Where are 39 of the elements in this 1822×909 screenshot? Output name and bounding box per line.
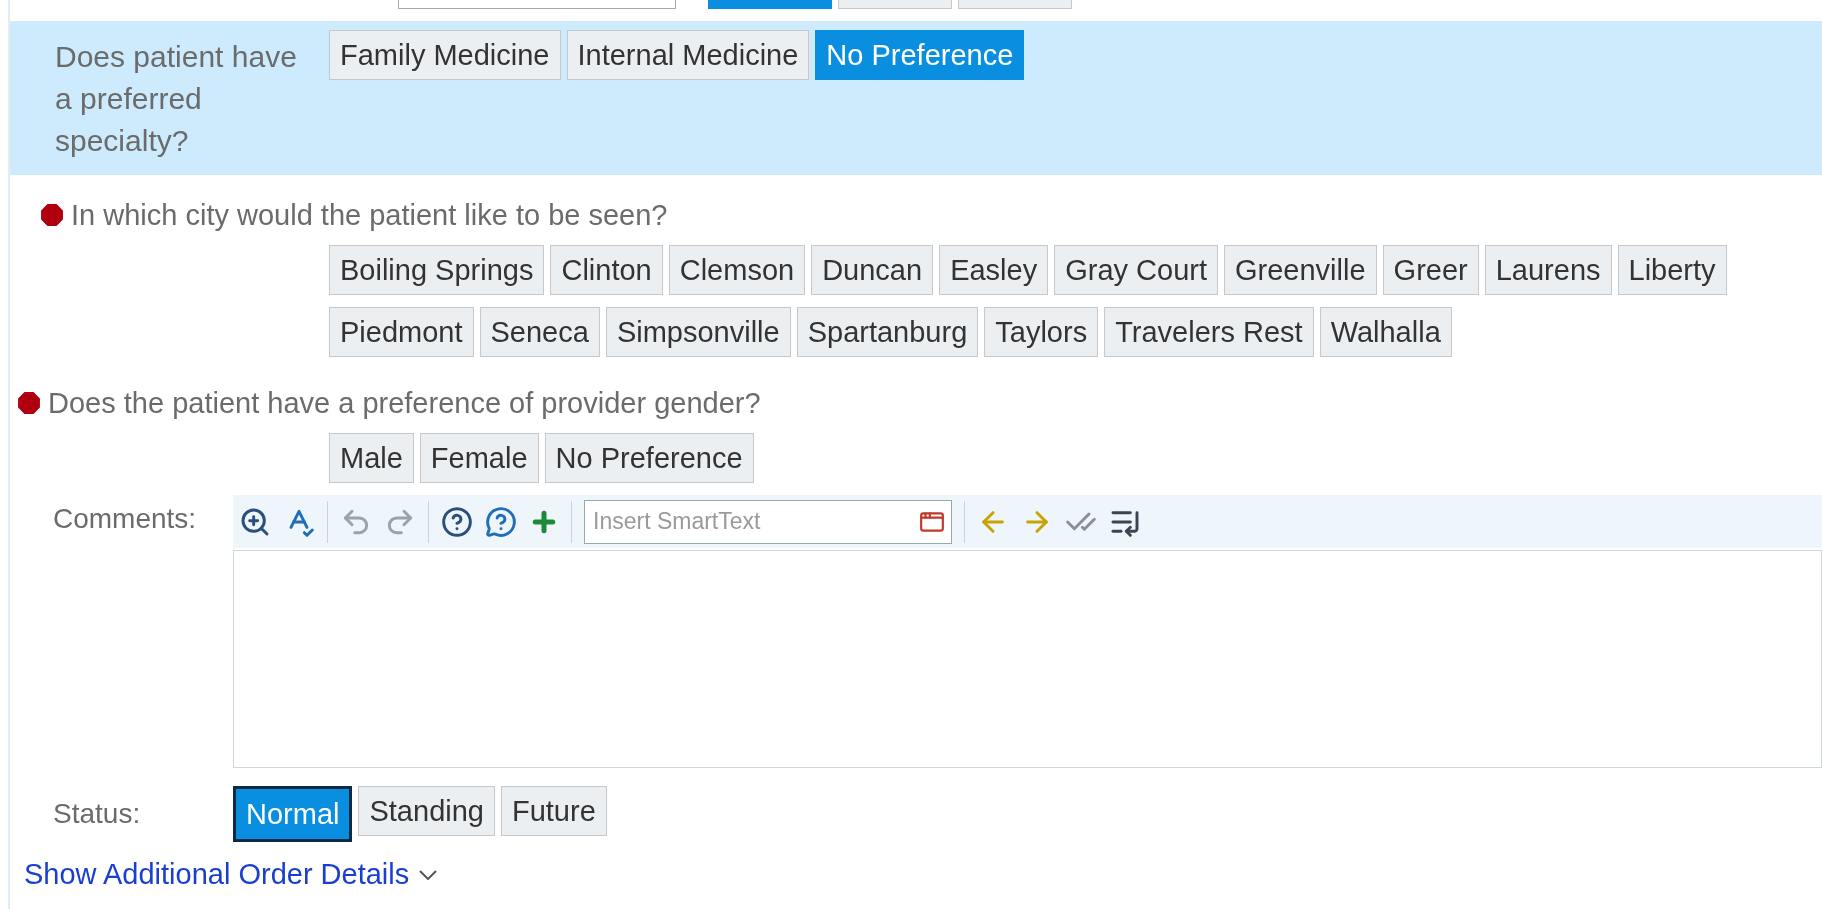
option-button[interactable]: Simpsonville bbox=[605, 307, 791, 357]
status-button[interactable]: Standing bbox=[358, 786, 495, 836]
option-button[interactable]: Clinton bbox=[550, 245, 663, 295]
smarttext-field[interactable]: Insert SmartText bbox=[584, 499, 952, 544]
chevron-down-icon bbox=[419, 869, 438, 880]
option-button[interactable]: Female bbox=[419, 433, 539, 483]
option-button[interactable]: Male bbox=[329, 433, 414, 483]
option-button[interactable]: Seneca bbox=[479, 307, 600, 357]
status-button[interactable]: Future bbox=[500, 786, 607, 836]
option-button[interactable]: Clemson bbox=[668, 245, 806, 295]
option-button[interactable]: Internal Medicine bbox=[566, 30, 810, 80]
option-button[interactable]: Gray Court bbox=[1054, 245, 1218, 295]
option-button[interactable]: Greenville bbox=[1224, 245, 1377, 295]
option-button[interactable]: Easley bbox=[939, 245, 1049, 295]
option-button[interactable]: Greer bbox=[1382, 245, 1479, 295]
option-button[interactable]: Travelers Rest bbox=[1104, 307, 1314, 357]
option-button[interactable]: Taylors bbox=[984, 307, 1099, 357]
link-text: Show Additional Order Details bbox=[24, 858, 410, 891]
option-button[interactable]: Duncan bbox=[811, 245, 934, 295]
option-button[interactable]: Liberty bbox=[1617, 245, 1727, 295]
option-button[interactable]: Boiling Springs bbox=[329, 245, 545, 295]
option-button[interactable]: Family Medicine bbox=[329, 30, 561, 80]
status-label: Status: bbox=[53, 798, 142, 830]
option-button[interactable]: Spartanburg bbox=[796, 307, 979, 357]
question-text: Does the patient have a preference of provider gender? bbox=[48, 386, 761, 421]
show-details-link[interactable]: Show Additional Order Details bbox=[24, 858, 1822, 891]
question-text: Does patient have a preferred specialty? bbox=[55, 39, 298, 159]
comments-label: Comments: bbox=[53, 502, 198, 536]
help-icon[interactable] bbox=[485, 505, 517, 538]
help-icon[interactable] bbox=[441, 505, 473, 538]
option-button[interactable]: Piedmont bbox=[329, 307, 474, 357]
option-button[interactable] bbox=[958, 0, 1072, 9]
option-button[interactable]: No Preference bbox=[544, 433, 754, 483]
option-button[interactable]: Walhalla bbox=[1319, 307, 1452, 357]
text-field[interactable] bbox=[398, 0, 676, 9]
comments-field[interactable] bbox=[233, 550, 1822, 768]
option-button[interactable]: Laurens bbox=[1484, 245, 1612, 295]
option-button[interactable] bbox=[838, 0, 952, 9]
question-text: In which city would the patient like to be seen? bbox=[71, 198, 668, 233]
